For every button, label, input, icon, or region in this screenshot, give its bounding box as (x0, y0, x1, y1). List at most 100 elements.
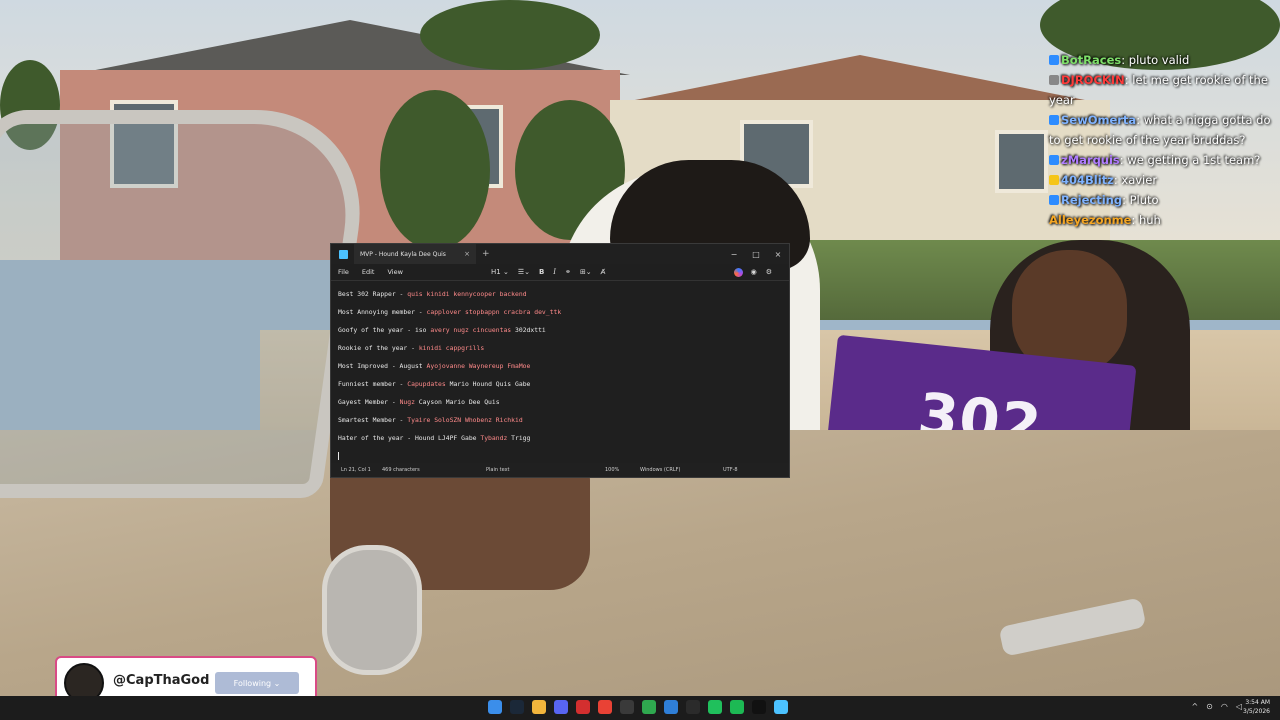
text-line: Gayest Member - Nugz Cayson Mario Dee Qu… (338, 396, 778, 414)
app-green-icon[interactable] (642, 700, 656, 714)
award-category: Funniest member - (338, 380, 408, 388)
nominee-names: Nugz (399, 398, 415, 406)
following-button[interactable]: Following ⌄ (215, 672, 299, 694)
spotify-icon[interactable] (730, 700, 744, 714)
award-category: Smartest Member - (338, 416, 408, 424)
divider (331, 280, 789, 281)
notepad-icon[interactable] (774, 700, 788, 714)
bold-icon[interactable]: B (539, 268, 544, 276)
chat-message: Alleyezonme: huh (1049, 210, 1280, 230)
nominee-names: avery nugz cincuentas (430, 326, 512, 334)
account-icon[interactable]: ◉ (751, 268, 757, 276)
text-editor[interactable]: Best 302 Rapper - quis kinidi kennycoope… (338, 288, 778, 460)
table-icon[interactable]: ⊞⌄ (580, 268, 592, 276)
zoom-level[interactable]: 100% (605, 467, 619, 473)
award-category: Rookie of the year - (338, 344, 419, 352)
menu-file[interactable]: File (338, 268, 349, 276)
xbox-icon[interactable] (620, 700, 634, 714)
clear-formatting-icon[interactable]: A̸ (601, 268, 606, 276)
nominee-names-extra: 302dxtti (511, 326, 546, 334)
acrobat-icon[interactable] (576, 700, 590, 714)
clock[interactable]: 3:54 AM 3/5/2026 (1243, 698, 1270, 716)
line-ending[interactable]: Windows (CRLF) (640, 467, 680, 473)
heading-dropdown[interactable]: H1 ⌄ (491, 268, 509, 276)
chat-username: SewOmerta (1061, 113, 1137, 127)
title-bar[interactable]: MVP - Hound Kayla Dee Quis × + − □ × (331, 244, 789, 264)
award-category: Goofy of the year - iso (338, 326, 431, 334)
format-indicator[interactable]: Plain text (486, 467, 509, 473)
menu-bar: File Edit View H1 ⌄ ☰⌄ B I ⚭ ⊞⌄ A̸ ◉ ⚙ (331, 264, 789, 280)
text-line: Rookie of the year - kinidi cappgrills (338, 342, 778, 360)
chat-message: Rejecting: Pluto (1049, 190, 1280, 210)
menu-edit[interactable]: Edit (362, 268, 375, 276)
nominee-names: Ayojovanne Waynereup FmaMoe (426, 362, 531, 370)
chat-username: Rejecting (1061, 193, 1123, 207)
document-tab[interactable]: MVP - Hound Kayla Dee Quis × (354, 244, 476, 264)
app-teal-icon[interactable] (708, 700, 722, 714)
nominee-names: kinidi cappgrills (418, 344, 485, 352)
chat-badge-icon (1049, 75, 1059, 85)
nominee-names: Tybandz (480, 434, 508, 442)
text-line: Hater of the year - Hound LJ4PF Gabe Tyb… (338, 432, 778, 450)
chat-badge-icon (1049, 115, 1059, 125)
close-window-button[interactable]: × (767, 250, 789, 259)
new-tab-button[interactable]: + (482, 249, 490, 259)
text-line: Most Improved - August Ayojovanne Wayner… (338, 360, 778, 378)
nominee-names-extra: Mario Hound Quis Gabe (445, 380, 531, 388)
notepad-window[interactable]: MVP - Hound Kayla Dee Quis × + − □ × Fil… (330, 243, 790, 478)
award-category: Hater of the year - Hound LJ4PF Gabe (338, 434, 481, 442)
settings-gear-icon[interactable]: ⚙ (766, 268, 772, 276)
steam-icon[interactable] (510, 700, 524, 714)
taskbar-apps (488, 700, 796, 714)
nominee-names-extra: Cayson Mario Dee Quis (414, 398, 500, 406)
file-explorer-icon[interactable] (532, 700, 546, 714)
discord-icon[interactable] (554, 700, 568, 714)
award-category: Most Annoying member - (338, 308, 427, 316)
maximize-button[interactable]: □ (745, 250, 767, 259)
chat-message: SewOmerta: what a nigga gotta do to get … (1049, 110, 1280, 150)
chat-text: : xavier (1113, 173, 1158, 187)
chat-text: : we getting a 1st team? (1119, 153, 1261, 167)
chat-badge-icon (1049, 55, 1059, 65)
volume-icon[interactable]: ◁ (1236, 702, 1242, 711)
chat-text: : Pluto (1122, 193, 1159, 207)
menu-view[interactable]: View (387, 268, 402, 276)
status-bar: Ln 21, Col 1 469 characters Plain text 1… (331, 463, 789, 477)
text-line: Smartest Member - Tyaire SoloSZN Whobenz… (338, 414, 778, 432)
nominee-names: capplover stopbappn cracbra dev_ttk (426, 308, 562, 316)
tree (420, 0, 600, 70)
obs-icon[interactable] (686, 700, 700, 714)
text-line: Funniest member - Capupdates Mario Hound… (338, 378, 778, 396)
chat-username: zMarquis (1061, 153, 1120, 167)
link-icon[interactable]: ⚭ (565, 268, 571, 276)
text-cursor (338, 452, 339, 460)
award-category: Gayest Member - (338, 398, 400, 406)
award-category: Best 302 Rapper - (338, 290, 408, 298)
chat-username: Alleyezonme (1049, 213, 1132, 227)
clock-date: 3/5/2026 (1243, 708, 1270, 715)
encoding[interactable]: UTF-8 (723, 467, 738, 473)
notepad-app-icon (339, 249, 348, 259)
app-blue-icon[interactable] (664, 700, 678, 714)
list-icon[interactable]: ☰⌄ (518, 268, 530, 276)
close-tab-icon[interactable]: × (464, 250, 470, 258)
chat-username: BotRaces (1061, 53, 1122, 67)
minimize-button[interactable]: − (723, 250, 745, 259)
start-icon[interactable] (488, 700, 502, 714)
network-icon[interactable]: ⊙ (1206, 702, 1213, 711)
nominee-names: Capupdates (407, 380, 446, 388)
capcut-icon[interactable] (752, 700, 766, 714)
clock-time: 3:54 AM (1245, 699, 1270, 706)
chat-message: 404Blitz: xavier (1049, 170, 1280, 190)
system-tray: ^ ⊙ ◠ ◁ (1183, 702, 1242, 711)
car-side-mirror (322, 545, 422, 675)
wifi-icon[interactable]: ◠ (1221, 702, 1228, 711)
copilot-icon[interactable] (733, 267, 743, 277)
chat-text: : pluto valid (1121, 53, 1190, 67)
tray-overflow-icon[interactable]: ^ (1191, 702, 1198, 711)
cursor-position: Ln 21, Col 1 (341, 467, 371, 473)
taskbar: ^ ⊙ ◠ ◁ 3:54 AM 3/5/2026 (0, 696, 1280, 720)
italic-icon[interactable]: I (553, 268, 556, 276)
text-line: Most Annoying member - capplover stopbap… (338, 306, 778, 324)
chrome-icon[interactable] (598, 700, 612, 714)
